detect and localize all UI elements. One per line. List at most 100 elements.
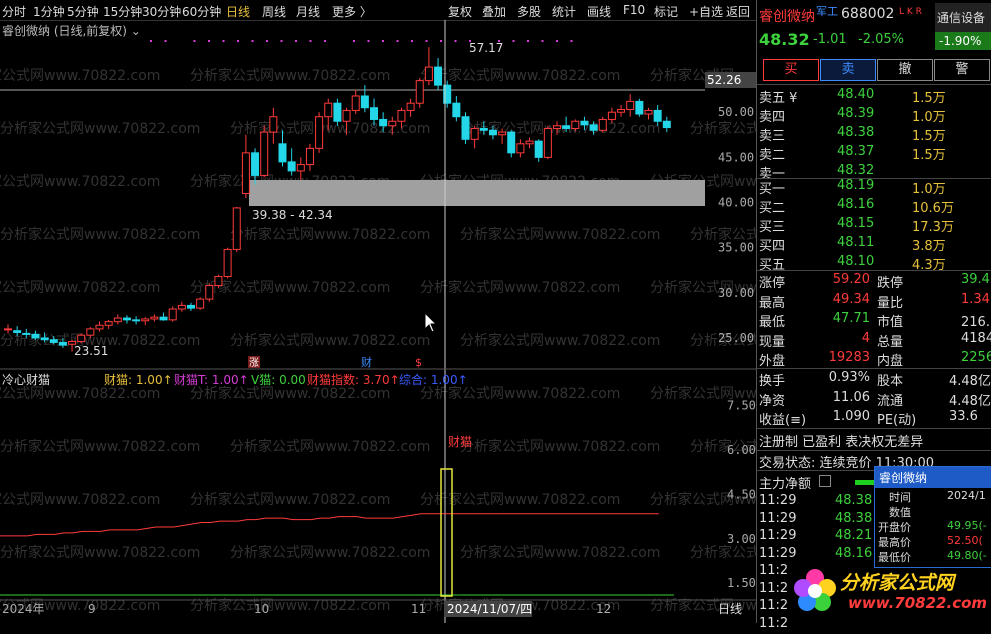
indicator-header: 冷心财猫 财猫: 1.00↑ 财猫T: 1.00↑ V猫: 0.00 财猫指数: 3.7… xyxy=(0,370,750,388)
watermark-text: 分析家公式网www.70822.com xyxy=(0,491,160,508)
indicator-y-tick: 1.50 xyxy=(727,576,756,590)
watermark-text: 分析家公式网www.70822.com xyxy=(460,332,660,349)
bid-volume: 1.0万 xyxy=(912,182,946,197)
toolbar-button-4[interactable]: 画线 xyxy=(587,3,611,20)
x-tick: 9 xyxy=(88,602,96,616)
period-tab-1[interactable]: 1分钟 xyxy=(33,3,65,20)
candle xyxy=(315,112,324,153)
signal-dot xyxy=(266,40,268,42)
toolbar-button-3[interactable]: 统计 xyxy=(552,3,576,20)
candle xyxy=(360,85,369,113)
candle xyxy=(525,137,534,149)
ask-price: 48.39 xyxy=(837,106,875,121)
period-tab-8[interactable]: 月线 xyxy=(296,3,320,20)
candle xyxy=(241,134,250,198)
stock-code: 688002 xyxy=(841,6,895,22)
chart-title[interactable]: 睿创微纳 (日线,前复权) ⌄ xyxy=(2,22,141,39)
buy-button[interactable]: 买 xyxy=(763,59,819,81)
sector-tag[interactable]: 军工 xyxy=(816,3,838,19)
bid-row[interactable]: 买四 48.11 3.8万 xyxy=(757,234,991,254)
signal-dot xyxy=(425,40,428,42)
signal-dot xyxy=(396,40,399,42)
toolbar-button-6[interactable]: 标记 xyxy=(654,3,678,20)
bid-label: 买三 xyxy=(759,220,786,235)
capital-flow-label[interactable]: 主力净额 xyxy=(759,473,811,492)
bid-row[interactable]: 买一 48.19 1.0万 xyxy=(757,177,991,197)
bid-row[interactable]: 买二 48.16 10.6万 xyxy=(757,196,991,216)
stat-label: 跌停 xyxy=(877,276,904,291)
toolbar-button-7[interactable]: +自选 xyxy=(689,3,723,20)
toolbar-button-2[interactable]: 多股 xyxy=(517,3,541,20)
period-tab-6[interactable]: 日线 xyxy=(226,3,250,20)
watermark-text: 分析家公式网www.70822.com xyxy=(190,491,390,508)
stock-name: 睿创微纳 xyxy=(759,9,815,25)
high-label: 57.17 xyxy=(469,41,503,55)
candle xyxy=(159,312,168,321)
y-tick: 30.00 xyxy=(718,286,754,300)
stat-value: 49.34 xyxy=(832,291,870,307)
x-tick: 2024年 xyxy=(2,602,45,616)
signal-dot xyxy=(570,40,573,42)
ask-row[interactable]: 卖五 ¥ 48.40 1.5万 xyxy=(757,86,991,106)
signal-dot xyxy=(541,40,544,42)
stat-label: 外盘 xyxy=(759,354,786,369)
period-tab-4[interactable]: 30分钟 xyxy=(142,3,181,20)
watermark-text: 分析家公式网www.70822.com xyxy=(460,544,660,561)
sell-button[interactable]: 卖 xyxy=(820,59,876,81)
period-toolbar: 分时 1分钟 5分钟 15分钟 30分钟 60分钟 日线 周线 月线 更多 〉 复权 叠加 多股 统计 画线… xyxy=(0,0,756,21)
signal-dot xyxy=(280,40,283,42)
bid-label: 买二 xyxy=(759,201,786,216)
sector-name: 通信设备 xyxy=(937,11,986,25)
sector-box[interactable]: 通信设备 -1.90% xyxy=(935,3,991,50)
signal-dot xyxy=(411,40,413,42)
candle xyxy=(141,317,150,326)
period-tab-3[interactable]: 15分钟 xyxy=(103,3,142,20)
bid-row[interactable]: 买三 48.15 17.3万 xyxy=(757,215,991,235)
bid-price: 48.11 xyxy=(837,235,875,250)
watermark-text: 分析家公式网www.70822.com xyxy=(0,438,200,455)
finance-marker[interactable]: 财 xyxy=(361,355,372,369)
stat-row: 涨停 59.20 跌停 39.46 xyxy=(757,271,991,291)
period-tab-0[interactable]: 分时 xyxy=(2,3,26,20)
ask-row[interactable]: 卖三 48.38 1.5万 xyxy=(757,124,991,144)
stock-flags: L K R xyxy=(899,7,922,17)
period-tab-2[interactable]: 5分钟 xyxy=(67,3,99,20)
kline-chart[interactable]: 分析家公式网www.70822.com 分析家公式网www.70822.com 分析… xyxy=(0,20,756,623)
toolbar-button-8[interactable]: 返回 xyxy=(726,3,750,20)
tick-time: 11:2 xyxy=(759,580,789,596)
toolbar-button-1[interactable]: 叠加 xyxy=(482,3,506,20)
candle xyxy=(424,47,433,86)
candle xyxy=(168,306,177,322)
bid-volume: 3.8万 xyxy=(912,239,946,254)
toolbar-button-0[interactable]: 复权 xyxy=(448,3,472,20)
bid-price: 48.15 xyxy=(837,216,875,231)
menu-icon[interactable] xyxy=(819,475,831,487)
stat-label: PE(动) xyxy=(877,413,917,428)
stat-value: 11.06 xyxy=(832,389,870,405)
stat-label: 内盘 xyxy=(877,354,904,369)
signal-bar xyxy=(440,468,453,597)
marker-text: 涨 xyxy=(249,357,259,369)
watermark-text: 分析家公式网www.70822.com xyxy=(690,544,756,561)
candle xyxy=(470,125,479,149)
tooltip-row: 最高价 52.50( xyxy=(875,533,991,549)
toolbar-button-5[interactable]: F10 xyxy=(623,3,645,17)
tick-time: 11:29 xyxy=(759,545,797,561)
ask-row[interactable]: 卖二 48.37 1.5万 xyxy=(757,143,991,163)
signal-dot xyxy=(295,40,297,42)
ask-row[interactable]: 卖四 48.39 1.0万 xyxy=(757,105,991,125)
stat-value: 4 xyxy=(861,330,870,346)
period-label[interactable]: 日线 xyxy=(718,602,742,616)
stat-row: 最低 47.71 市值 216.7亿 xyxy=(757,310,991,330)
watermark-text: 分析家公式网www.70822.com xyxy=(230,438,430,455)
alert-button[interactable]: 警 xyxy=(934,59,990,81)
bid-price: 48.16 xyxy=(837,197,875,212)
period-tab-9[interactable]: 更多 〉 xyxy=(332,3,372,20)
cancel-order-button[interactable]: 撤 xyxy=(877,59,933,81)
indicator-name[interactable]: 冷心财猫 xyxy=(2,371,50,388)
period-tab-5[interactable]: 60分钟 xyxy=(182,3,221,20)
y-tick: 45.00 xyxy=(718,150,754,164)
candle xyxy=(187,302,195,311)
period-tab-7[interactable]: 周线 xyxy=(262,3,286,20)
dollar-marker[interactable]: $ xyxy=(415,356,422,369)
